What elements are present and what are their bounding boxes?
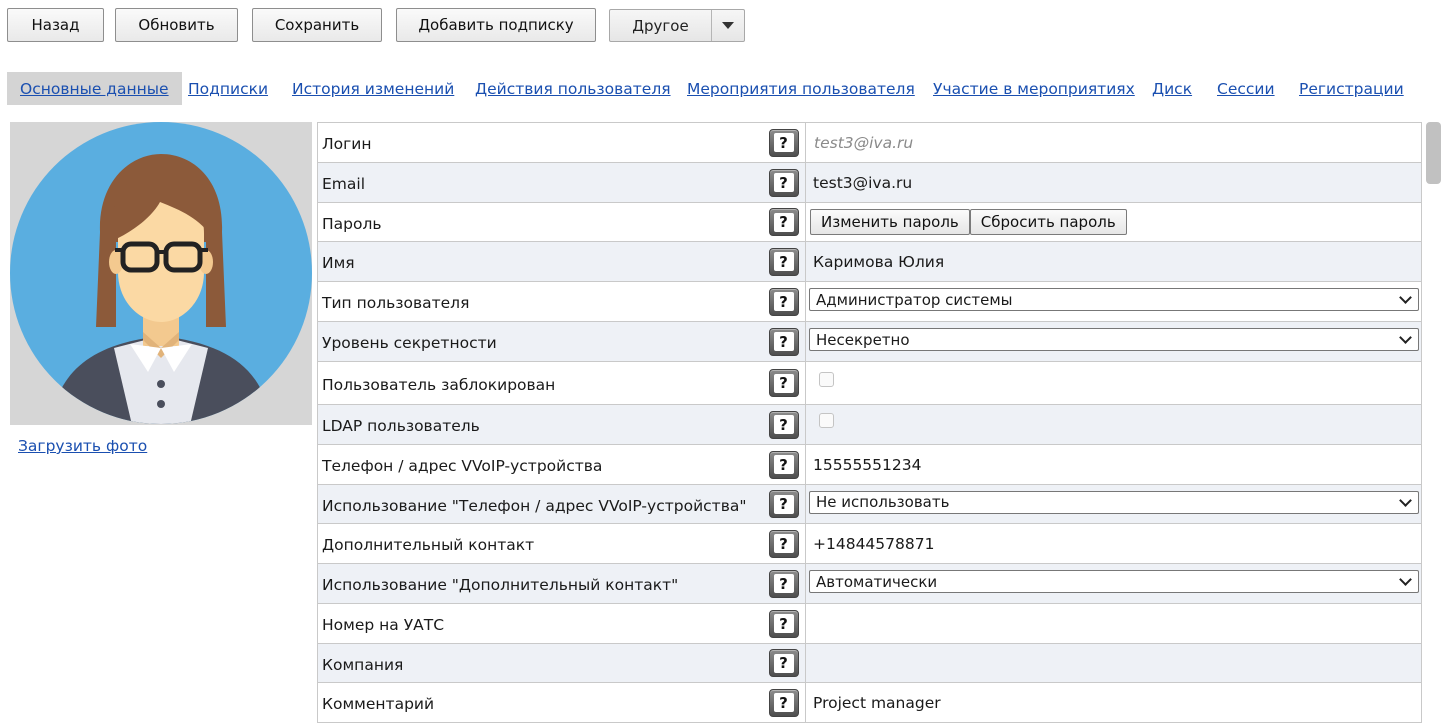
help-icon[interactable]: ? <box>768 369 799 397</box>
row-extra-usage: Использование "Дополнительный контакт" ?… <box>318 564 1422 604</box>
field-label: Пароль <box>322 214 382 233</box>
field-label: Комментарий <box>322 695 435 713</box>
tab-subscriptions[interactable]: Подписки <box>188 72 268 105</box>
upload-photo-link[interactable]: Загрузить фото <box>18 437 147 455</box>
field-label: Имя <box>322 254 355 272</box>
ldap-checkbox[interactable] <box>819 413 834 428</box>
field-label: Тип пользователя <box>322 294 470 312</box>
field-label: Логин <box>322 135 372 153</box>
help-icon[interactable]: ? <box>768 247 799 276</box>
save-button[interactable]: Сохранить <box>252 8 382 42</box>
tab-main-data[interactable]: Основные данные <box>7 72 182 105</box>
help-icon[interactable]: ? <box>768 450 799 479</box>
help-icon[interactable]: ? <box>768 208 799 236</box>
chevron-down-icon <box>1399 493 1412 507</box>
row-phone-usage: Использование "Телефон / адрес VVoIP-уст… <box>318 485 1422 524</box>
secrecy-select[interactable]: Несекретно <box>809 328 1419 351</box>
extra-contact-value: +14844578871 <box>813 534 935 553</box>
row-company: Компания ? <box>318 644 1422 683</box>
user-photo <box>10 122 312 425</box>
tab-sessions[interactable]: Сессии <box>1217 72 1275 105</box>
row-phone: Телефон / адрес VVoIP-устройства ? 15555… <box>318 445 1422 485</box>
tab-registrations[interactable]: Регистрации <box>1299 72 1404 105</box>
other-button[interactable]: Другое <box>610 10 712 41</box>
help-icon[interactable]: ? <box>768 327 799 356</box>
field-label: Номер на УАТС <box>322 616 445 634</box>
chevron-down-icon <box>1399 573 1412 586</box>
field-label: Пользователь заблокирован <box>322 375 556 394</box>
scrollbar-thumb[interactable] <box>1426 122 1441 184</box>
field-label: Использование "Телефон / адрес VVoIP-уст… <box>322 496 747 515</box>
help-icon[interactable]: ? <box>768 569 799 598</box>
help-icon[interactable]: ? <box>768 128 799 157</box>
chevron-down-icon <box>1399 331 1412 344</box>
field-label: Использование "Дополнительный контакт" <box>322 576 679 594</box>
avatar-image <box>10 122 312 424</box>
vertical-scrollbar[interactable] <box>1424 122 1442 723</box>
back-button[interactable]: Назад <box>7 8 104 42</box>
row-pbx-number: Номер на УАТС ? <box>318 604 1422 644</box>
other-dropdown-toggle[interactable] <box>712 10 744 41</box>
tab-bar: Основные данные Подписки История изменен… <box>7 72 1417 105</box>
reset-password-button[interactable]: Сбросить пароль <box>969 209 1127 235</box>
row-extra-contact: Дополнительный контакт ? +14844578871 <box>318 524 1422 564</box>
extra-usage-select[interactable]: Автоматически <box>809 570 1419 593</box>
email-value: test3@iva.ru <box>813 173 913 192</box>
row-user-type: Тип пользователя ? Администратор системы <box>318 282 1422 322</box>
user-type-select[interactable]: Администратор системы <box>809 288 1419 311</box>
phone-usage-select[interactable]: Не использовать <box>809 490 1419 514</box>
row-password: Пароль ? Изменить пароль Сбросить пароль <box>318 203 1422 242</box>
refresh-button[interactable]: Обновить <box>115 8 238 42</box>
tab-event-participation[interactable]: Участие в мероприятиях <box>933 72 1135 105</box>
name-value: Каримова Юлия <box>813 252 945 271</box>
help-icon[interactable]: ? <box>768 490 799 518</box>
row-name: Имя ? Каримова Юлия <box>318 242 1422 282</box>
field-label: Уровень секретности <box>322 334 497 352</box>
help-icon[interactable]: ? <box>768 609 799 638</box>
add-subscription-button[interactable]: Добавить подписку <box>396 8 596 42</box>
help-icon[interactable]: ? <box>768 649 799 677</box>
help-icon[interactable]: ? <box>768 529 799 558</box>
tab-user-actions[interactable]: Действия пользователя <box>475 72 671 105</box>
tab-change-history[interactable]: История изменений <box>292 72 454 105</box>
comment-value: Project manager <box>813 693 941 712</box>
row-login: Логин ? test3@iva.ru <box>318 123 1422 163</box>
row-blocked: Пользователь заблокирован ? <box>318 362 1422 405</box>
blocked-checkbox[interactable] <box>819 371 834 387</box>
field-label: Email <box>322 175 366 193</box>
row-ldap: LDAP пользователь ? <box>318 405 1422 445</box>
login-value: test3@iva.ru <box>814 133 914 152</box>
help-icon[interactable]: ? <box>768 410 799 439</box>
other-split-button: Другое <box>609 9 745 42</box>
field-label: Дополнительный контакт <box>322 536 535 554</box>
help-icon[interactable]: ? <box>768 688 799 717</box>
field-label: Телефон / адрес VVoIP-устройства <box>322 457 603 475</box>
caret-down-icon <box>722 22 734 29</box>
chevron-down-icon <box>1399 291 1412 304</box>
tab-user-events[interactable]: Мероприятия пользователя <box>687 72 915 105</box>
user-form: Логин ? test3@iva.ru Email ? test3@iva.r… <box>317 122 1422 723</box>
field-label: LDAP пользователь <box>322 417 480 435</box>
row-secrecy: Уровень секретности ? Несекретно <box>318 322 1422 362</box>
field-label: Компания <box>322 655 404 674</box>
change-password-button[interactable]: Изменить пароль <box>810 209 970 235</box>
help-icon[interactable]: ? <box>768 168 799 197</box>
tab-disk[interactable]: Диск <box>1152 72 1192 105</box>
row-email: Email ? test3@iva.ru <box>318 163 1422 203</box>
row-comment: Комментарий ? Project manager <box>318 683 1422 723</box>
help-icon[interactable]: ? <box>768 287 799 316</box>
phone-value: 15555551234 <box>813 455 922 474</box>
